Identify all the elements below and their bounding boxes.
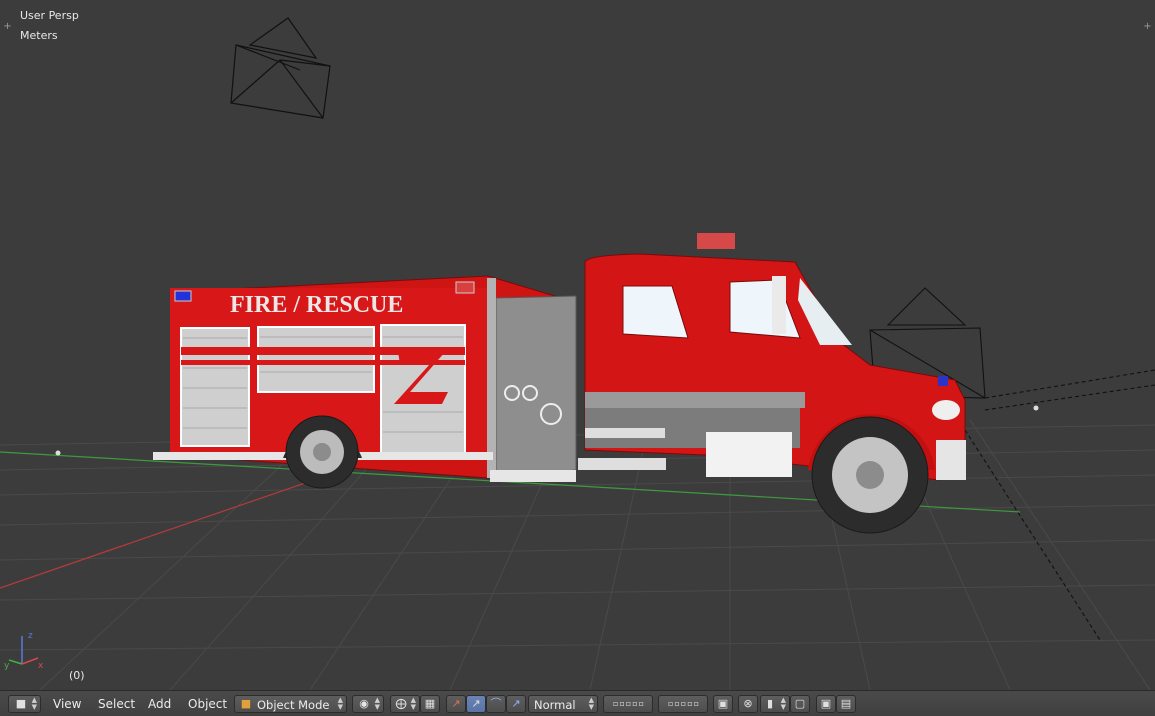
frame-number: (0) [69, 669, 85, 682]
scale-icon: ↗ [511, 697, 521, 710]
camera-object [230, 17, 331, 119]
scale-manipulator[interactable]: ↗ [506, 695, 526, 713]
units-label: Meters [20, 29, 58, 42]
object-mode-icon: ■ [240, 697, 252, 710]
dropdown-arrows-icon: ▲ ▼ [780, 696, 786, 711]
region-plus-icon-right[interactable]: + [1143, 22, 1152, 32]
scene-canvas[interactable]: FIRE / RESCUE z y x [0, 0, 1155, 690]
layers-grid-icon: ▫▫▫▫▫ [612, 699, 646, 708]
translate-manipulator[interactable]: ↗ [466, 695, 486, 713]
shading-icon: ◉ [359, 697, 369, 710]
dropdown-arrows-icon: ▲ ▼ [588, 696, 594, 711]
snap-element-dropdown[interactable]: ▮ ▲ ▼ [760, 695, 790, 713]
rotate-manipulator[interactable]: ⌒ [486, 695, 506, 713]
select-menu[interactable]: Select [98, 697, 135, 711]
axis-gizmo: z y x [4, 631, 44, 671]
object-menu[interactable]: Object [188, 697, 227, 711]
axis-z-label: z [28, 631, 33, 641]
view-menu[interactable]: View [53, 697, 81, 711]
center-points-icon: ▦ [424, 697, 436, 710]
mode-label: Object Mode [257, 698, 330, 712]
snap-icon: ▢ [794, 697, 806, 710]
manipulator-toggle[interactable]: ↗ [446, 695, 466, 713]
camera-render-icon: ▣ [820, 697, 832, 710]
pivot-icon: ⨁ [395, 697, 407, 710]
add-menu[interactable]: Add [148, 697, 171, 711]
layer-lock-icon: ▣ [717, 697, 729, 710]
translate-arrow-icon: ↗ [471, 697, 481, 710]
dropdown-arrows-icon: ▲ ▼ [31, 696, 37, 711]
dropdown-arrows-icon: ▲ ▼ [374, 696, 380, 711]
layer-buttons-group-2[interactable]: ▫▫▫▫▫ [658, 695, 708, 713]
render-button[interactable]: ▣ [816, 695, 836, 713]
pivot-dropdown[interactable]: ⨁ ▲ ▼ [390, 695, 420, 713]
dropdown-arrows-icon: ▲ ▼ [337, 696, 343, 711]
fire-truck-model: FIRE / RESCUE [153, 233, 966, 534]
manipulate-center-button[interactable]: ▦ [420, 695, 440, 713]
grid-floor [0, 419, 1155, 690]
orientation-label: Normal [534, 698, 576, 712]
axis-x-label: x [38, 661, 44, 671]
region-plus-icon[interactable]: + [3, 22, 12, 32]
mode-dropdown[interactable]: ■ Object Mode ▲ ▼ [234, 695, 347, 713]
snap-increment-icon: ▮ [766, 697, 774, 710]
proportional-edit-icon: ⊗ [743, 697, 753, 710]
clapperboard-icon: ▤ [840, 697, 852, 710]
viewport-header: ■ ▲ ▼ View Select Add Object ■ Object Mod… [0, 690, 1155, 716]
manipulator-icon: ↗ [451, 697, 461, 710]
3d-viewport[interactable]: FIRE / RESCUE z y x User Persp Meters + … [0, 0, 1155, 690]
layer-buttons-group-1[interactable]: ▫▫▫▫▫ [603, 695, 653, 713]
rotate-arc-icon: ⌒ [490, 697, 502, 710]
proportional-edit-button[interactable]: ⊗ [738, 695, 758, 713]
shading-dropdown[interactable]: ◉ ▲ ▼ [352, 695, 384, 713]
layers-grid-icon: ▫▫▫▫▫ [667, 699, 701, 708]
lock-camera-button[interactable]: ▣ [713, 695, 733, 713]
view-name-label: User Persp [20, 9, 79, 22]
orientation-dropdown[interactable]: Normal ▲ ▼ [528, 695, 598, 713]
editor-type-button[interactable]: ■ ▲ ▼ [8, 695, 41, 713]
snap-toggle[interactable]: ▢ [790, 695, 810, 713]
render-animation-button[interactable]: ▤ [836, 695, 856, 713]
truck-lettering: FIRE / RESCUE [230, 292, 403, 318]
axis-y-label: y [4, 661, 10, 671]
dropdown-arrows-icon: ▲ ▼ [410, 696, 416, 711]
cube-icon: ■ [15, 697, 27, 710]
